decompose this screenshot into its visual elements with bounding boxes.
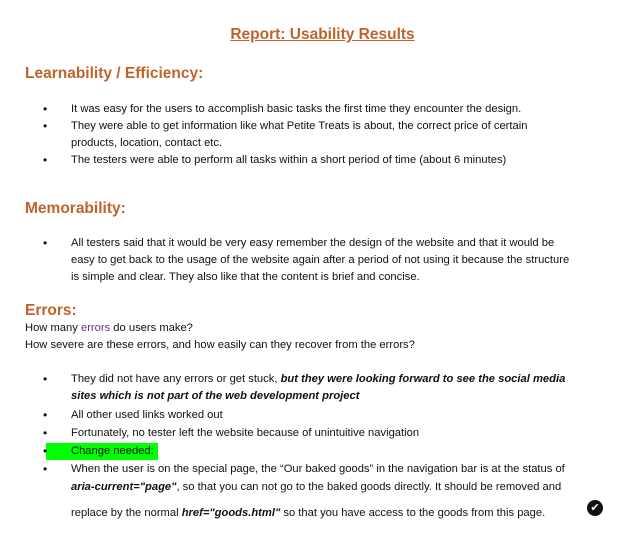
check-icon: ✔ <box>587 500 603 516</box>
errors-item-1-cont: sites which is not part of the web devel… <box>71 390 360 402</box>
errors-question-1: How many errors do users make? <box>25 322 193 334</box>
errors-item-3: Fortunately, no tester left the website … <box>71 427 420 439</box>
errors-item-1: They did not have any errors or get stuc… <box>71 373 566 385</box>
errors-heading: Errors: <box>25 302 77 319</box>
errors-item-5-line-1: When the user is on the special page, th… <box>71 463 565 475</box>
bullet-icon: • <box>43 119 48 133</box>
bullet-icon: • <box>43 153 48 167</box>
memorability-heading: Memorability: <box>25 200 126 217</box>
bullet-icon: • <box>43 102 48 116</box>
learnability-item-2-cont: products, location, contact etc. <box>71 137 223 149</box>
bullet-icon: • <box>43 236 48 250</box>
errors-item-5-line-3: replace by the normal href="goods.html" … <box>71 507 546 519</box>
learnability-item-1: It was easy for the users to accomplish … <box>71 103 522 115</box>
learnability-item-3: The testers were able to perform all tas… <box>71 154 507 166</box>
errors-item-5-line-2: aria-current="page", so that you can not… <box>71 481 562 493</box>
errors-word: errors <box>80 322 111 334</box>
bullet-icon: • <box>43 408 48 422</box>
memorability-line-1: All testers said that it would be very e… <box>71 237 555 249</box>
memorability-line-2: easy to get back to the usage of the web… <box>71 254 570 266</box>
page-title: Report: Usability Results <box>230 26 415 43</box>
bullet-icon: • <box>43 462 48 476</box>
bullet-icon: • <box>43 426 48 440</box>
errors-item-2: All other used links worked out <box>71 409 223 421</box>
memorability-line-3: is simple and clear. They also like that… <box>71 271 420 283</box>
bullet-icon: • <box>43 372 48 386</box>
errors-question-2: How severe are these errors, and how eas… <box>25 339 415 351</box>
learnability-item-2: They were able to get information like w… <box>71 120 528 132</box>
errors-item-4-change-needed: Change needed: <box>71 445 154 457</box>
bullet-icon: • <box>43 444 48 458</box>
learnability-heading: Learnability / Efficiency: <box>25 65 204 82</box>
